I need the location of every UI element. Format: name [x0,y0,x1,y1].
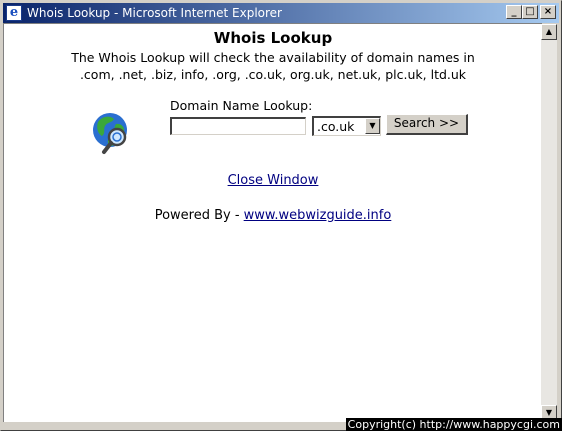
webwizguide-link[interactable]: www.webwizguide.info [244,208,392,223]
ie-icon: e [6,5,22,21]
maximize-button[interactable]: □ [522,5,538,19]
chevron-down-icon[interactable]: ▼ [365,118,380,134]
close-window-link[interactable]: Close Window [4,173,542,188]
powered-by-label: Powered By - [154,208,244,223]
domain-name-input[interactable] [170,117,306,135]
domain-lookup-label: Domain Name Lookup: [170,98,313,113]
powered-by: Powered By - www.webwizguide.info [4,208,542,223]
title-bar[interactable]: e Whois Lookup - Microsoft Internet Expl… [3,3,559,23]
page-description: The Whois Lookup will check the availabi… [4,49,542,83]
description-line-2: .com, .net, .biz, info, .org, .co.uk, or… [79,67,467,82]
copyright-watermark: Copyright(c) http://www.happycgi.com [345,418,562,431]
scroll-up-icon[interactable]: ▲ [541,24,557,40]
browser-window: e Whois Lookup - Microsoft Internet Expl… [0,0,562,431]
close-button[interactable]: × [540,5,556,19]
vertical-scrollbar[interactable]: ▲ ▼ [541,24,557,421]
description-line-1: The Whois Lookup will check the availabi… [71,50,475,65]
search-button[interactable]: Search >> [386,114,468,135]
tld-selected-value: .co.uk [317,119,355,134]
window-title: Whois Lookup - Microsoft Internet Explor… [27,6,282,20]
tld-select[interactable]: .co.uk ▼ [312,116,381,136]
window-controls: _ □ × [506,5,556,19]
globe-magnifier-icon [93,113,127,154]
page-title: Whois Lookup [213,29,333,47]
page-content: Whois Lookup The Whois Lookup will check… [3,23,542,422]
minimize-button[interactable]: _ [506,5,522,19]
